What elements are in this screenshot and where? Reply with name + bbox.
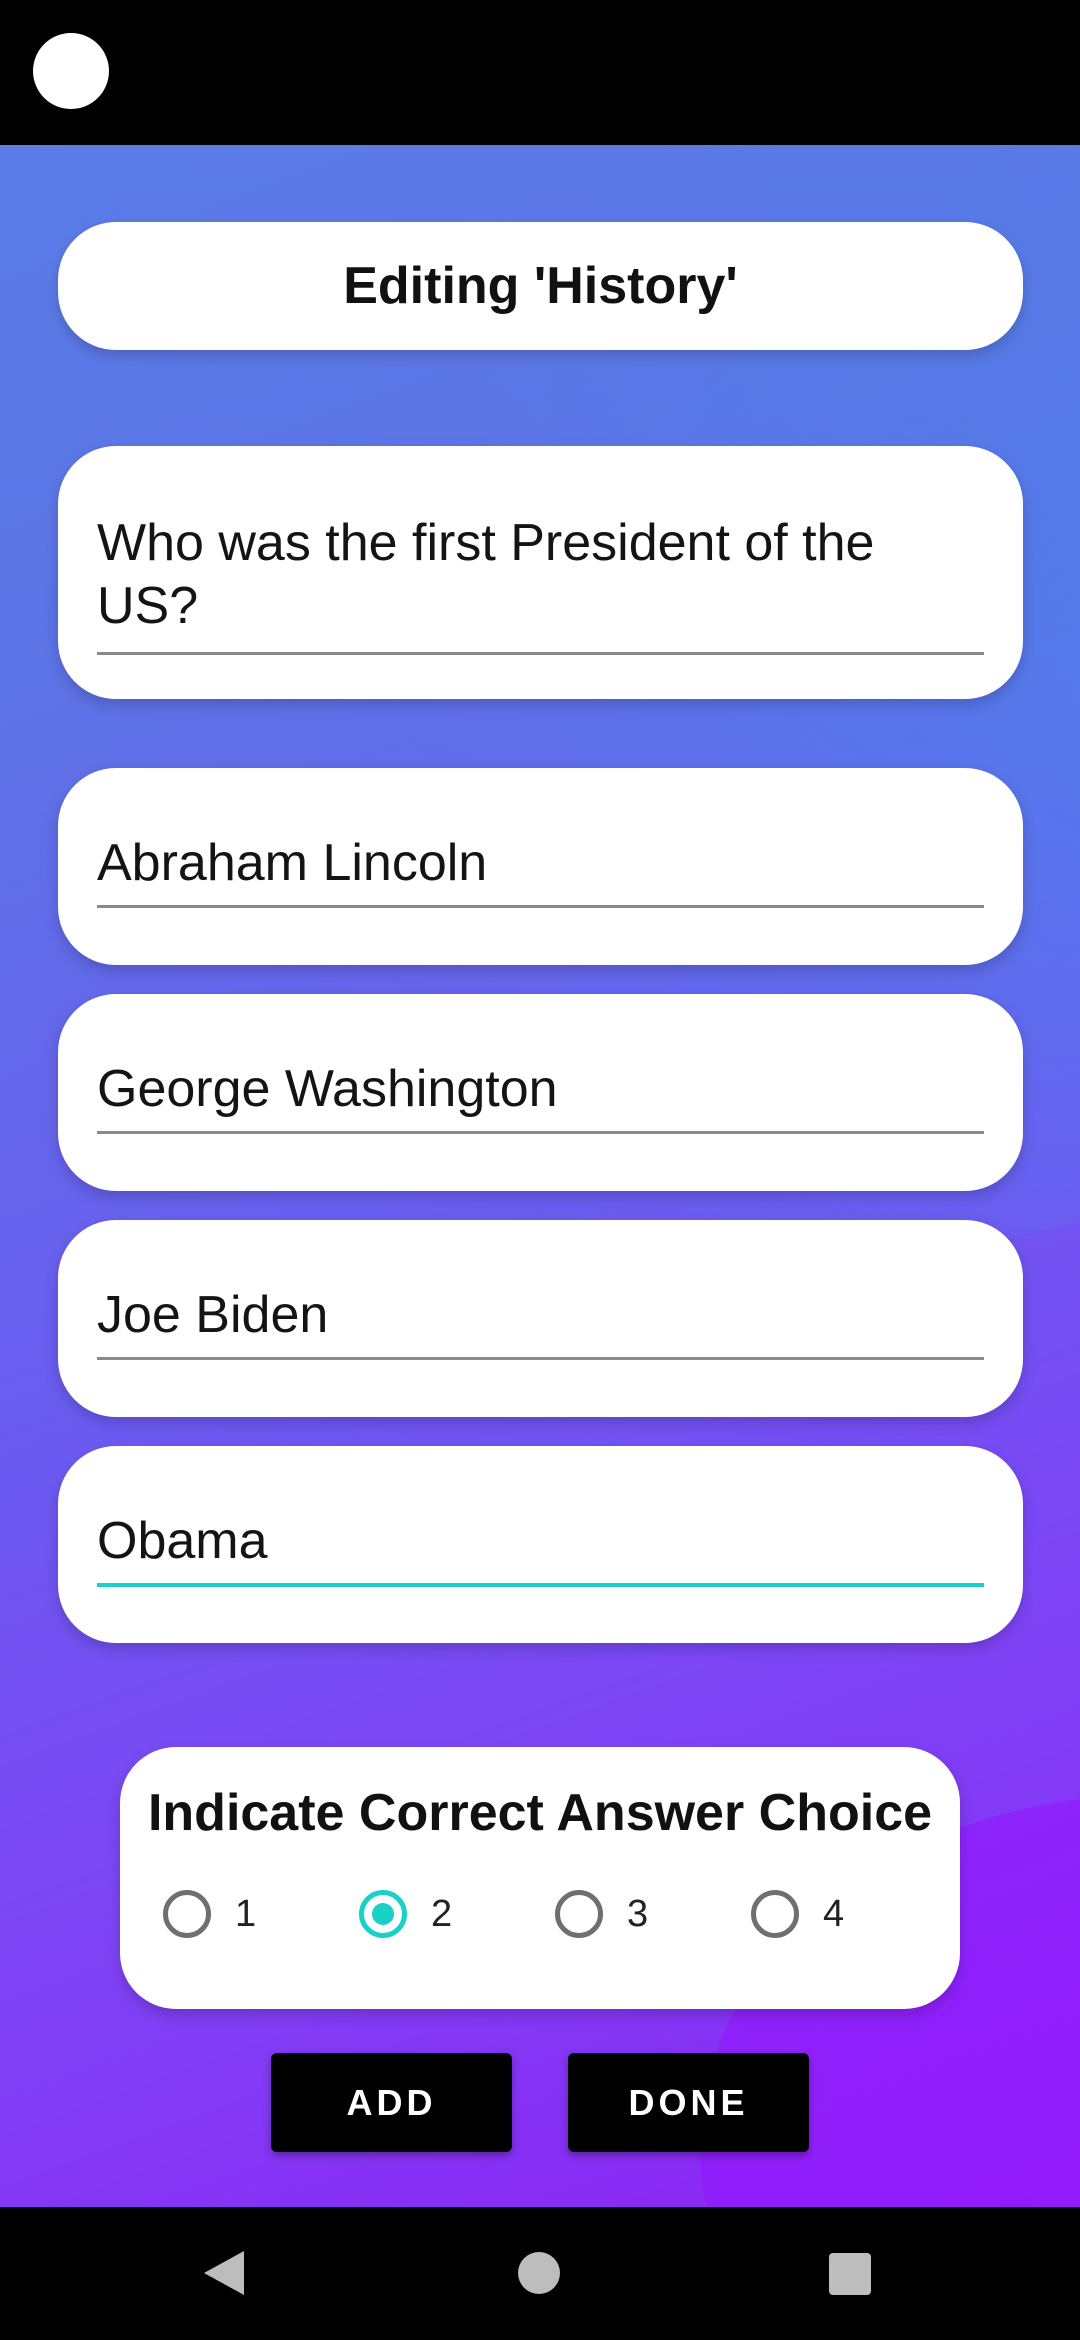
- title-card: Editing 'History': [58, 222, 1023, 350]
- answer-card-3: Joe Biden: [58, 1220, 1023, 1417]
- radio-option-4[interactable]: 4: [751, 1890, 844, 1938]
- back-icon[interactable]: [204, 2251, 244, 2295]
- radio-option-3[interactable]: 3: [555, 1890, 648, 1938]
- radio-label-2: 2: [431, 1892, 453, 1935]
- answer-radio-group: 1 2 3 4: [163, 1890, 943, 1950]
- question-input[interactable]: Who was the first President of the US?: [97, 512, 984, 655]
- radio-label-4: 4: [823, 1892, 845, 1935]
- done-button[interactable]: DONE: [568, 2053, 809, 2152]
- status-bar: [0, 0, 1080, 145]
- camera-cutout: [33, 33, 109, 109]
- answer-card-2: George Washington: [58, 994, 1023, 1191]
- phone-device: Editing 'History' Who was the first Pres…: [0, 0, 1080, 2340]
- app-screen: Editing 'History' Who was the first Pres…: [0, 145, 1080, 2207]
- answer-input-1[interactable]: Abraham Lincoln: [97, 832, 984, 908]
- answer-input-4[interactable]: Obama: [97, 1510, 984, 1587]
- correct-answer-card: Indicate Correct Answer Choice 1 2 3 4: [120, 1747, 960, 2009]
- answer-text-2: George Washington: [97, 1060, 558, 1118]
- answer-text-4: Obama: [97, 1512, 268, 1570]
- recents-icon[interactable]: [829, 2253, 871, 2295]
- add-button[interactable]: ADD: [271, 2053, 512, 2152]
- radio-unchecked-icon[interactable]: [555, 1890, 603, 1938]
- radio-label-1: 1: [235, 1892, 257, 1935]
- answer-input-3[interactable]: Joe Biden: [97, 1284, 984, 1360]
- home-icon[interactable]: [518, 2252, 560, 2294]
- radio-label-3: 3: [627, 1892, 649, 1935]
- radio-option-1[interactable]: 1: [163, 1890, 256, 1938]
- navigation-bar: [0, 2207, 1080, 2340]
- answer-text-1: Abraham Lincoln: [97, 834, 488, 892]
- question-card: Who was the first President of the US?: [58, 446, 1023, 699]
- radio-unchecked-icon[interactable]: [163, 1890, 211, 1938]
- radio-checked-icon[interactable]: [359, 1890, 407, 1938]
- correct-answer-title: Indicate Correct Answer Choice: [147, 1784, 933, 1842]
- page-title: Editing 'History': [343, 257, 738, 315]
- radio-unchecked-icon[interactable]: [751, 1890, 799, 1938]
- question-text: Who was the first President of the US?: [97, 514, 889, 635]
- answer-text-3: Joe Biden: [97, 1286, 329, 1344]
- answer-input-2[interactable]: George Washington: [97, 1058, 984, 1134]
- answer-card-1: Abraham Lincoln: [58, 768, 1023, 965]
- radio-option-2[interactable]: 2: [359, 1890, 452, 1938]
- answer-card-4: Obama: [58, 1446, 1023, 1643]
